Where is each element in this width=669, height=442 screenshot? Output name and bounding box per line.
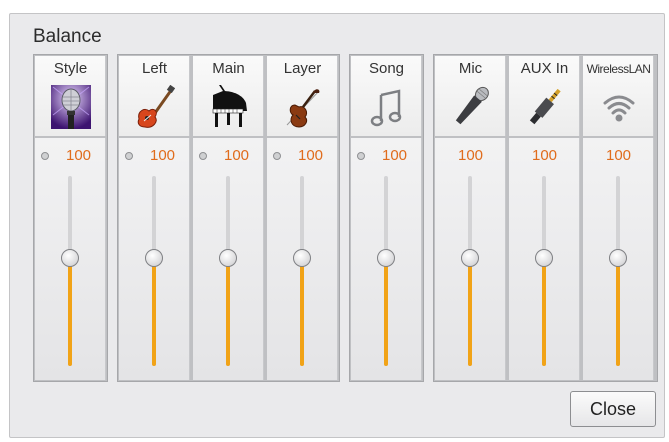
channel-song: Song 100 xyxy=(351,56,422,380)
close-button[interactable]: Close xyxy=(570,391,656,427)
fader-knob[interactable] xyxy=(61,248,79,267)
fader-knob[interactable] xyxy=(609,248,627,267)
channel-header[interactable]: Song xyxy=(351,56,422,136)
fader-fill xyxy=(152,257,156,366)
channel-fader-area: 100 xyxy=(351,138,422,380)
fader-fill xyxy=(300,257,304,366)
channel-value: 100 xyxy=(297,147,324,164)
channel-fader-area: 100 xyxy=(35,138,106,380)
channel-layer: Layer 100 xyxy=(267,56,338,380)
channel-header[interactable]: WirelessLAN xyxy=(583,56,654,136)
grand-piano-icon xyxy=(209,85,249,129)
fader-fill xyxy=(68,257,72,366)
fader-fill xyxy=(616,257,620,366)
fader-knob[interactable] xyxy=(377,248,395,267)
channel-value: 100 xyxy=(65,147,92,164)
channel-header[interactable]: Mic xyxy=(435,56,506,136)
channel-header[interactable]: Main xyxy=(193,56,264,136)
fader-fill xyxy=(468,257,472,366)
channel-value: 100 xyxy=(605,147,632,164)
channel-header[interactable]: Left xyxy=(119,56,190,136)
channel-name: Style xyxy=(53,60,88,77)
channel-name: Left xyxy=(141,60,168,77)
channel-left: Left 100 xyxy=(119,56,190,380)
fader-knob[interactable] xyxy=(535,248,553,267)
electric-guitar-icon xyxy=(135,84,176,129)
fader-fill xyxy=(542,257,546,366)
channel-fader-area: 100 xyxy=(119,138,190,380)
wireless-icon xyxy=(599,85,639,129)
channel-header[interactable]: AUX In xyxy=(509,56,580,136)
channel-aux-in: AUX In 100 xyxy=(509,56,580,380)
violin-icon xyxy=(283,85,323,129)
channel-value: 100 xyxy=(457,147,484,164)
microphone-icon xyxy=(451,85,491,129)
channel-fader-area: 100 xyxy=(509,138,580,380)
fader-knob[interactable] xyxy=(145,248,163,267)
channel-value: 100 xyxy=(149,147,176,164)
channel-name: Song xyxy=(368,60,405,77)
channel-mic: Mic 100 xyxy=(435,56,506,380)
fader-knob[interactable] xyxy=(293,248,311,267)
fader-knob[interactable] xyxy=(219,248,237,267)
channel-header[interactable]: Style xyxy=(35,56,106,136)
music-note-icon xyxy=(367,85,407,129)
channel-style: Style 100 xyxy=(35,56,106,380)
channel-name: AUX In xyxy=(520,60,569,77)
channel-name: Mic xyxy=(458,60,483,77)
microphone-stage-icon xyxy=(51,85,91,129)
audio-jack-icon xyxy=(525,85,565,129)
channel-value: 100 xyxy=(531,147,558,164)
fader-fill xyxy=(384,257,388,366)
channel-name: Main xyxy=(212,60,245,77)
channel-value: 100 xyxy=(381,147,408,164)
channel-name: WirelessLAN xyxy=(586,62,651,76)
fader-fill xyxy=(226,257,230,366)
channel-header[interactable]: Layer xyxy=(267,56,338,136)
fader-knob[interactable] xyxy=(461,248,479,267)
channel-wirelesslan: WirelessLAN 100 xyxy=(583,56,654,380)
channel-fader-area: 100 xyxy=(435,138,506,380)
channel-fader-area: 100 xyxy=(193,138,264,380)
channel-name: Layer xyxy=(283,60,322,77)
channel-value: 100 xyxy=(223,147,250,164)
channel-main: Main 100 xyxy=(193,56,264,380)
panel-title: Balance xyxy=(33,26,102,47)
channel-fader-area: 100 xyxy=(267,138,338,380)
channel-fader-area: 100 xyxy=(583,138,654,380)
